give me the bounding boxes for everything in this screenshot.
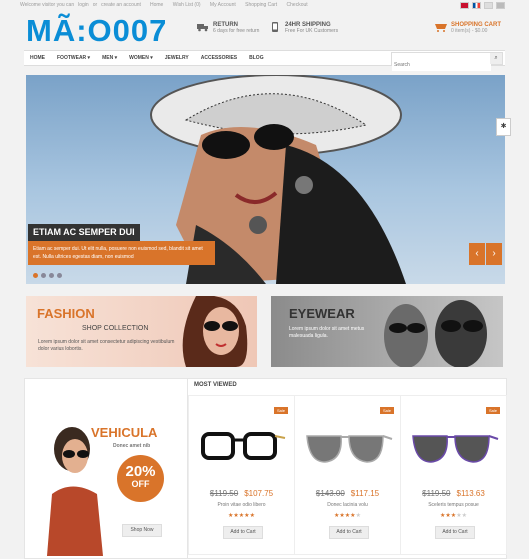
search-input[interactable] [392,59,491,71]
product-name[interactable]: Donec lacinia volu [295,502,400,508]
sale-price: $117.15 [350,489,380,498]
nav-label: MEN [102,55,114,61]
fashion-banner[interactable]: FASHION SHOP COLLECTION Lorem ipsum dolo… [26,296,257,367]
old-price: $143.00 [315,489,345,498]
slider-dot[interactable] [41,273,46,278]
rating-stars: ★★★★★ [334,513,361,519]
nav-item-jewelry[interactable]: JEWELRY [165,55,189,61]
most-viewed-heading: MOST VIEWED [194,382,237,388]
shop-now-button[interactable]: Shop Now [122,524,162,537]
return-text: 6 days for free return [213,28,260,34]
create-account-link[interactable]: create an account [101,2,141,8]
top-link-cart[interactable]: Shopping Cart [245,2,277,8]
chevron-right-icon[interactable]: › [486,243,502,265]
eyewear-text: Lorem ipsum dolor sit amet metus malesua… [289,326,365,339]
product-name[interactable]: Proin vitae odio libero [189,502,294,508]
product-card[interactable]: Sale $119.50 $107.75 Proin vitae odio lib… [188,395,295,555]
slider-dot[interactable] [57,273,62,278]
sale-badge: Sale [485,407,500,414]
nav-item-blog[interactable]: BLOG [249,55,263,61]
fashion-model-image [182,296,248,367]
truck-icon [197,24,208,32]
nav-item-women[interactable]: WOMEN ▾ [129,55,153,61]
main-nav: HOME FOOTWEAR ▾ MEN ▾ WOMEN ▾ JEWELRY AC… [24,50,505,71]
flag-fr-icon[interactable] [472,2,481,9]
top-link-home[interactable]: Home [150,2,163,8]
promo-title: VEHICULA [91,425,158,440]
product-image [412,435,499,463]
flag-uk-icon[interactable] [460,2,469,9]
slide-text: Etiam ac semper dui. Ut elit nulla, posu… [28,241,215,265]
settings-gear-icon[interactable]: ✱ [496,118,511,136]
product-card[interactable]: Sale $119.50 $113.63 Sceleris tempus posu… [400,395,507,555]
return-feature: RETURN 6 days for free return [197,22,260,34]
price-row: $143.00 $117.15 [295,489,400,498]
sale-price: $107.75 [244,489,274,498]
language-flags [460,2,505,9]
product-image [306,435,393,463]
old-price: $119.50 [209,489,239,498]
nav-item-footwear[interactable]: FOOTWEAR ▾ [57,55,90,61]
top-bar: Welcome visitor you can login or create an … [0,0,529,9]
slide-title: ETIAM AC SEMPER DUI [28,224,140,241]
promo-subtitle: Donec amet nib [113,443,151,449]
sale-badge: Sale [379,407,394,414]
nav-label: WOMEN [129,55,149,61]
nav-label: FOOTWEAR [57,55,87,61]
top-link-wishlist[interactable]: Wish List (0) [173,2,201,8]
flag-icon[interactable] [484,2,493,9]
rating-stars: ★★★★★ [440,513,467,519]
flag-icon[interactable] [496,2,505,9]
or-text: or [92,2,98,8]
add-to-cart-button[interactable]: Add to Cart [223,526,263,539]
cart-summary: 0 item(s) - $0.00 [450,28,488,34]
rating-stars: ★★★★★ [228,513,255,519]
search-box: ⌕ [391,52,503,71]
top-link-checkout[interactable]: Checkout [287,2,308,8]
fashion-text: Lorem ipsum dolor sit amet consectetur a… [38,339,175,352]
welcome-text: Welcome visitor you can [20,2,75,8]
nav-item-accessories[interactable]: ACCESSORIES [201,55,237,61]
add-to-cart-button[interactable]: Add to Cart [435,526,475,539]
bottom-section: VEHICULA Donec amet nib 20% OFF Shop Now… [24,378,507,559]
sale-price: $113.63 [456,489,485,498]
cart-icon [434,24,447,32]
phone-icon [272,22,278,32]
slider-arrows: ‹ › [468,243,502,265]
shipping-feature: 24HR SHIPPING Free For UK Customers [272,22,339,34]
nav-item-home[interactable]: HOME [30,55,45,61]
price-row: $119.50 $107.75 [189,489,294,498]
fashion-title: FASHION [37,306,95,321]
shopping-cart[interactable]: SHOPPING CART 0 item(s) - $0.00 [434,22,501,34]
header: MÃ:O007 RETURN 6 days for free return 24… [22,10,507,48]
chevron-left-icon[interactable]: ‹ [469,243,485,265]
slider-dots [33,273,62,278]
product-image [201,432,286,460]
discount-off: OFF [131,479,150,489]
top-link-account[interactable]: My Account [210,2,236,8]
fashion-subtitle: SHOP COLLECTION [82,325,149,332]
eyewear-banner[interactable]: EYEWEAR Lorem ipsum dolor sit amet metus… [271,296,503,367]
nav-item-men[interactable]: MEN ▾ [102,55,117,61]
product-name[interactable]: Sceleris tempus posue [401,502,506,508]
promo-model-image [47,427,103,556]
sale-badge: Sale [273,407,288,414]
shipping-text: Free For UK Customers [285,28,339,34]
discount-badge: 20% OFF [117,455,164,502]
search-icon[interactable]: ⌕ [490,53,502,64]
site-logo[interactable]: MÃ:O007 [26,13,167,49]
slider-dot[interactable] [33,273,38,278]
slider-dot[interactable] [49,273,54,278]
add-to-cart-button[interactable]: Add to Cart [329,526,369,539]
old-price: $119.50 [422,489,451,498]
eyewear-title: EYEWEAR [289,306,355,321]
login-link[interactable]: login [78,2,89,8]
eyewear-models-image [384,300,487,367]
discount-percent: 20% [125,463,156,480]
product-card[interactable]: Sale $143.00 $117.15 Donec lacinia volu ★… [294,395,401,555]
price-row: $119.50 $113.63 [401,489,506,498]
promo-block[interactable]: VEHICULA Donec amet nib 20% OFF Shop Now [25,379,188,558]
